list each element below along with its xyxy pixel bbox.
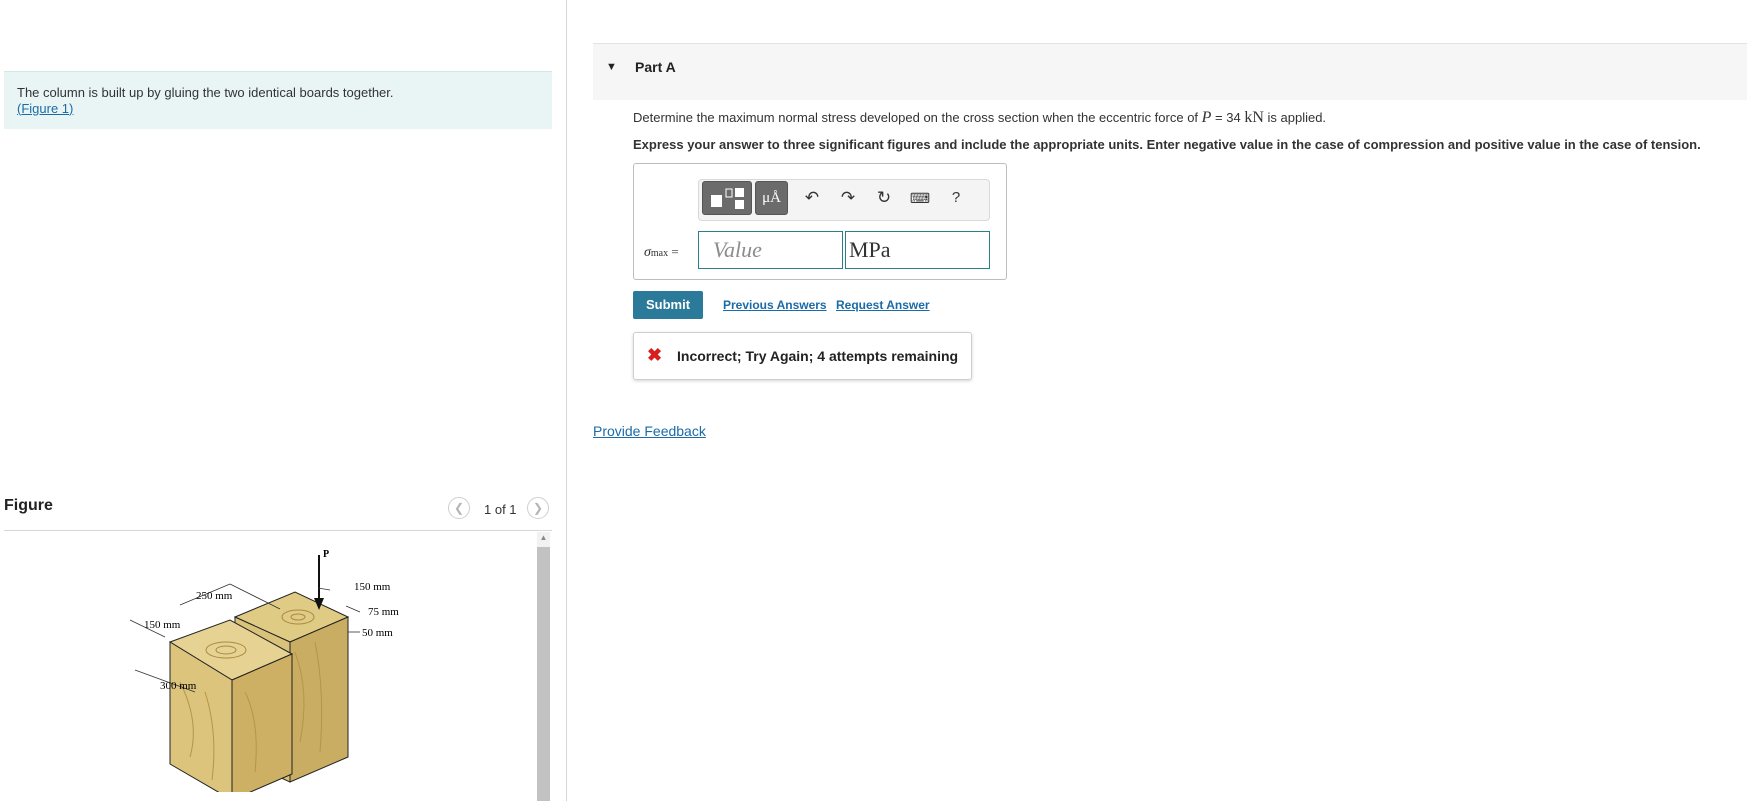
- answer-box: μÅ ↶ ↷ ↻ ⌨ ? σmax =: [633, 163, 1007, 280]
- incorrect-icon: ✖: [647, 345, 663, 365]
- redo-button[interactable]: ↷: [833, 181, 863, 215]
- dim-150-left-label: 150 mm: [144, 619, 181, 631]
- question-unit: kN: [1244, 109, 1264, 126]
- help-button[interactable]: ?: [941, 181, 971, 215]
- figure-reference: (Figure 1): [17, 101, 552, 117]
- answer-instructions: Express your answer to three significant…: [633, 137, 1701, 152]
- previous-answers-link[interactable]: Previous Answers: [723, 298, 827, 312]
- math-toolbar: μÅ ↶ ↷ ↻ ⌨ ?: [698, 179, 990, 221]
- dim-50-label: 50 mm: [362, 627, 393, 639]
- scroll-up-icon[interactable]: ▲: [537, 532, 550, 544]
- question-equals: = 34: [1211, 110, 1245, 125]
- feedback-message: ✖ Incorrect; Try Again; 4 attempts remai…: [633, 332, 972, 380]
- triangle-down-icon[interactable]: ▼: [606, 61, 617, 73]
- question-after: is applied.: [1263, 110, 1327, 125]
- unit-input[interactable]: [845, 231, 990, 269]
- answer-variable-label: σmax =: [644, 244, 679, 261]
- symbols-button[interactable]: μÅ: [755, 181, 788, 215]
- dim-line-250: [229, 583, 281, 610]
- dim-line-75: [345, 605, 361, 613]
- pane-divider: [566, 0, 567, 801]
- figure-link-close[interactable]: ): [69, 101, 73, 116]
- feedback-text: Incorrect; Try Again; 4 attempts remaini…: [677, 348, 959, 364]
- templates-icon: [711, 188, 744, 209]
- figure-scrollbar[interactable]: ▲: [537, 532, 550, 801]
- help-icon: ?: [951, 189, 961, 206]
- intro-text: The column is built up by gluing the two…: [17, 85, 394, 100]
- equals-sign: =: [668, 244, 679, 259]
- scrollbar-thumb[interactable]: [537, 547, 550, 801]
- redo-icon: ↷: [840, 188, 856, 207]
- force-label: P: [323, 549, 329, 560]
- question-text: Determine the maximum normal stress deve…: [633, 109, 1326, 127]
- next-figure-button[interactable]: ❯: [527, 497, 549, 519]
- keyboard-icon: ⌨: [909, 190, 931, 206]
- reset-icon: ↻: [876, 188, 892, 207]
- problem-intro: The column is built up by gluing the two…: [4, 71, 552, 129]
- figure-counter: 1 of 1: [484, 502, 517, 517]
- dim-75-label: 75 mm: [368, 606, 399, 618]
- figure-header: Figure ❮ 1 of 1 ❯: [4, 496, 552, 531]
- submit-button[interactable]: Submit: [633, 291, 703, 319]
- previous-figure-button[interactable]: ❮: [448, 497, 470, 519]
- part-title: Part A: [635, 59, 676, 75]
- keyboard-button[interactable]: ⌨: [905, 181, 935, 215]
- undo-button[interactable]: ↶: [797, 181, 827, 215]
- question-variable: P: [1201, 109, 1212, 126]
- value-input[interactable]: [698, 231, 843, 269]
- templates-button[interactable]: [702, 181, 752, 215]
- chevron-right-icon: ❯: [532, 501, 544, 515]
- request-answer-link[interactable]: Request Answer: [836, 298, 930, 312]
- sigma-subscript: max: [650, 248, 669, 259]
- dim-300-label: 300 mm: [160, 680, 197, 692]
- back-board-side: [289, 616, 349, 783]
- figure-link[interactable]: Figure 1: [21, 101, 69, 116]
- dim-150-right-label: 150 mm: [354, 581, 391, 593]
- left-pane: The column is built up by gluing the two…: [0, 0, 566, 801]
- part-header[interactable]: ▼ Part A: [593, 43, 1747, 100]
- provide-feedback-link[interactable]: Provide Feedback: [593, 423, 706, 439]
- column-figure: P 250 mm 150 mm 300 mm 150 mm 75 mm 50 m…: [129, 549, 399, 792]
- undo-icon: ↶: [804, 188, 820, 207]
- dim-250-label: 250 mm: [196, 590, 233, 602]
- question-before: Determine the maximum normal stress deve…: [633, 110, 1202, 125]
- sigma-symbol: σ: [644, 245, 651, 260]
- reset-button[interactable]: ↻: [869, 181, 899, 215]
- chevron-left-icon: ❮: [453, 501, 465, 515]
- figure-title: Figure: [4, 497, 53, 514]
